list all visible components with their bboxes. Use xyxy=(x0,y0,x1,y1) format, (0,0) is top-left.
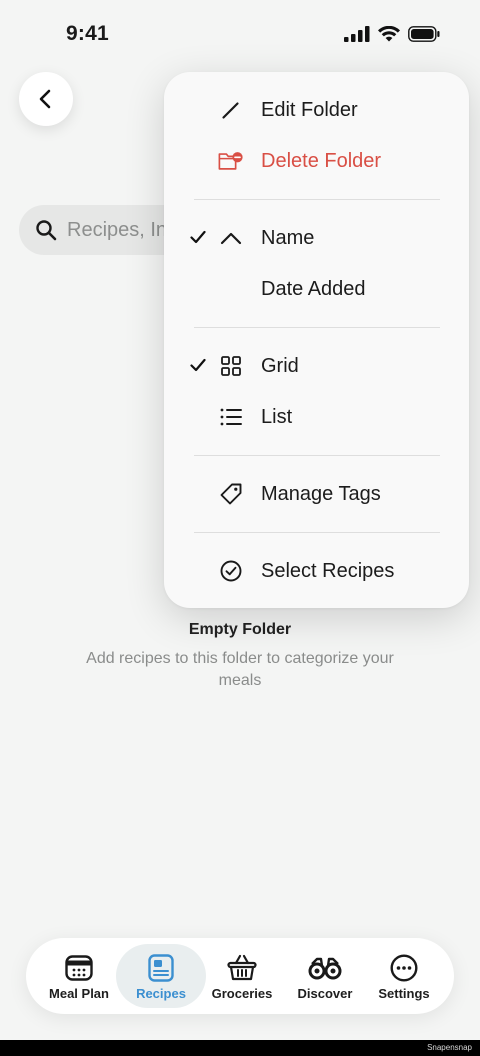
wifi-icon xyxy=(378,26,400,42)
menu-item-view-list[interactable]: List xyxy=(164,395,469,439)
checkmark-icon xyxy=(188,228,208,249)
chevron-left-icon xyxy=(39,89,51,109)
menu-item-sort-date-added[interactable]: Date Added xyxy=(164,267,469,311)
folder-delete-icon xyxy=(218,148,244,174)
menu-divider xyxy=(194,532,440,533)
tab-label: Meal Plan xyxy=(49,986,109,1001)
list-icon xyxy=(218,404,244,430)
bottom-strip xyxy=(0,1040,480,1056)
menu-item-label: Manage Tags xyxy=(261,482,381,505)
search-icon xyxy=(36,220,57,241)
search-placeholder: Recipes, In xyxy=(67,218,168,241)
menu-item-label: Grid xyxy=(261,354,299,377)
tag-icon xyxy=(218,481,244,507)
cellular-signal-icon xyxy=(344,26,370,42)
tab-meal-plan[interactable]: Meal Plan xyxy=(37,944,121,1008)
tab-label: Groceries xyxy=(211,986,273,1001)
battery-icon xyxy=(408,26,440,42)
basket-icon xyxy=(227,954,257,981)
status-icons xyxy=(344,26,440,42)
menu-item-label: List xyxy=(261,405,293,428)
menu-item-delete-folder[interactable]: Delete Folder xyxy=(164,139,469,183)
tab-discover[interactable]: Discover xyxy=(283,944,367,1008)
grid-icon xyxy=(218,353,244,379)
binoculars-icon xyxy=(308,957,342,980)
status-time: 9:41 xyxy=(66,22,109,45)
calendar-icon xyxy=(65,955,93,981)
chevron-up-icon xyxy=(218,225,244,251)
menu-item-view-grid[interactable]: Grid xyxy=(164,344,469,388)
back-button[interactable] xyxy=(19,72,73,126)
menu-item-label: Date Added xyxy=(261,277,366,300)
tab-settings[interactable]: Settings xyxy=(362,944,446,1008)
checkmark-icon xyxy=(188,356,208,377)
folder-options-menu: Edit Folder Delete Folder Name Date Adde… xyxy=(164,72,469,608)
watermark: Snapensnap xyxy=(427,1043,472,1052)
recipe-card-icon xyxy=(148,954,174,982)
empty-state-description: Add recipes to this folder to categorize… xyxy=(86,650,394,689)
tab-label: Recipes xyxy=(136,986,186,1001)
menu-item-label: Select Recipes xyxy=(261,559,395,582)
menu-divider xyxy=(194,199,440,200)
status-bar: 9:41 xyxy=(0,0,480,70)
more-icon xyxy=(390,954,418,982)
checkmark-circle-icon xyxy=(218,558,244,584)
menu-item-select-recipes[interactable]: Select Recipes xyxy=(164,549,469,593)
menu-divider xyxy=(194,455,440,456)
menu-divider xyxy=(194,327,440,328)
menu-item-sort-name[interactable]: Name xyxy=(164,216,469,260)
tab-label: Settings xyxy=(378,986,430,1001)
tab-recipes[interactable]: Recipes xyxy=(116,944,206,1008)
empty-state-title: Empty Folder xyxy=(188,621,292,638)
tab-label: Discover xyxy=(297,986,353,1001)
pencil-icon xyxy=(218,97,244,123)
menu-item-manage-tags[interactable]: Manage Tags xyxy=(164,472,469,516)
menu-item-label: Delete Folder xyxy=(261,149,382,172)
menu-item-label: Edit Folder xyxy=(261,98,358,121)
menu-item-label: Name xyxy=(261,226,315,249)
tab-groceries[interactable]: Groceries xyxy=(200,944,284,1008)
menu-item-edit-folder[interactable]: Edit Folder xyxy=(164,88,469,132)
tab-bar: Meal Plan Recipes Groceries Discover Set… xyxy=(26,938,454,1014)
